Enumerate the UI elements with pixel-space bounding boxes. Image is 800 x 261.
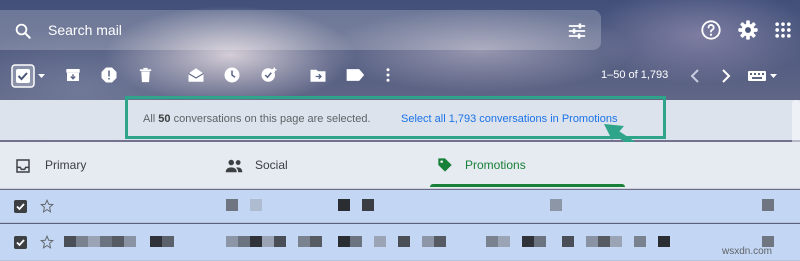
redacted-pixel [586, 236, 598, 247]
redacted-pixel [88, 236, 100, 247]
redacted-pixel [64, 236, 76, 247]
category-tabs: Primary Social Promotions [0, 142, 800, 189]
row-checkbox[interactable] [14, 236, 27, 249]
redacted-pixel [150, 236, 162, 247]
redacted-pixel [634, 236, 646, 247]
search-options-icon[interactable] [567, 21, 587, 41]
tab-social[interactable]: Social [215, 142, 430, 189]
redacted-pixel [124, 236, 136, 247]
row-checkbox[interactable] [14, 200, 27, 213]
tab-promotions-label: Promotions [465, 158, 526, 172]
redacted-pixel [250, 236, 262, 247]
selected-count: 50 [158, 113, 171, 125]
email-row[interactable] [0, 190, 800, 223]
redacted-pixel [498, 236, 510, 247]
redacted-pixel [534, 236, 546, 247]
search-bar[interactable]: Search mail [0, 10, 601, 50]
redacted-pixel [598, 236, 610, 247]
add-to-tasks-icon[interactable] [259, 66, 279, 84]
redacted-pixel [76, 236, 88, 247]
move-to-icon[interactable] [309, 66, 327, 84]
redacted-pixel [522, 236, 534, 247]
redacted-pixel [610, 236, 622, 247]
redacted-pixel [274, 236, 286, 247]
redacted-pixel [238, 236, 250, 247]
email-row[interactable] [0, 224, 800, 261]
report-spam-icon[interactable] [100, 66, 118, 84]
redacted-pixel [398, 236, 410, 247]
star-icon[interactable] [40, 199, 54, 213]
redacted-pixel [374, 236, 386, 247]
select-all-checkbox[interactable] [11, 64, 47, 88]
redacted-pixel [100, 236, 112, 247]
redacted-pixel [298, 236, 310, 247]
delete-icon[interactable] [137, 66, 154, 84]
tag-icon [438, 158, 452, 172]
redacted-pixel [310, 236, 322, 247]
snooze-icon[interactable] [223, 66, 241, 84]
tab-primary-label: Primary [45, 158, 87, 172]
labels-icon[interactable] [345, 67, 365, 83]
tab-social-label: Social [255, 158, 288, 172]
redacted-pixel [162, 236, 174, 247]
search-icon[interactable] [14, 22, 32, 40]
mark-read-icon[interactable] [187, 66, 205, 84]
redacted-pixel [550, 199, 562, 211]
more-vert-icon[interactable] [383, 66, 393, 84]
select-all-conversations-link[interactable]: Select all 1,793 conversations in Promot… [401, 113, 617, 125]
active-tab-indicator [430, 184, 625, 187]
people-icon [225, 159, 243, 173]
redacted-pixel [250, 199, 262, 211]
pagination-count: 1–50 of 1,793 [601, 69, 669, 81]
redacted-pixel [226, 236, 238, 247]
redacted-pixel [658, 236, 670, 247]
tab-primary[interactable]: Primary [0, 142, 215, 189]
inbox-icon [16, 159, 30, 173]
next-page-icon[interactable] [721, 69, 731, 83]
redacted-pixel [762, 199, 774, 211]
settings-gear-icon[interactable] [737, 19, 759, 41]
redacted-pixel [486, 236, 498, 247]
redacted-pixel [350, 236, 362, 247]
redacted-pixel [422, 236, 434, 247]
archive-icon[interactable] [64, 66, 82, 84]
selection-text-prefix: All [143, 113, 159, 125]
email-list [0, 190, 800, 261]
watermark-text: wsxdn.com [722, 246, 773, 257]
redacted-pixel [362, 199, 374, 211]
input-tools-icon[interactable] [748, 70, 778, 82]
prev-page-icon[interactable] [690, 69, 700, 83]
redacted-pixel [262, 236, 274, 247]
redacted-pixel [112, 236, 124, 247]
redacted-pixel [338, 236, 350, 247]
redacted-pixel [562, 236, 574, 247]
apps-grid-icon[interactable] [773, 20, 793, 40]
selection-status-text: All 50 conversations on this page are se… [143, 113, 371, 125]
star-icon[interactable] [40, 235, 54, 249]
help-icon[interactable] [700, 19, 722, 41]
redacted-pixel [338, 199, 350, 211]
redacted-pixel [434, 236, 446, 247]
tab-promotions[interactable]: Promotions [430, 142, 630, 189]
search-input[interactable]: Search mail [48, 22, 122, 38]
selection-text-suffix: conversations on this page are selected. [170, 113, 371, 125]
redacted-pixel [226, 199, 238, 211]
